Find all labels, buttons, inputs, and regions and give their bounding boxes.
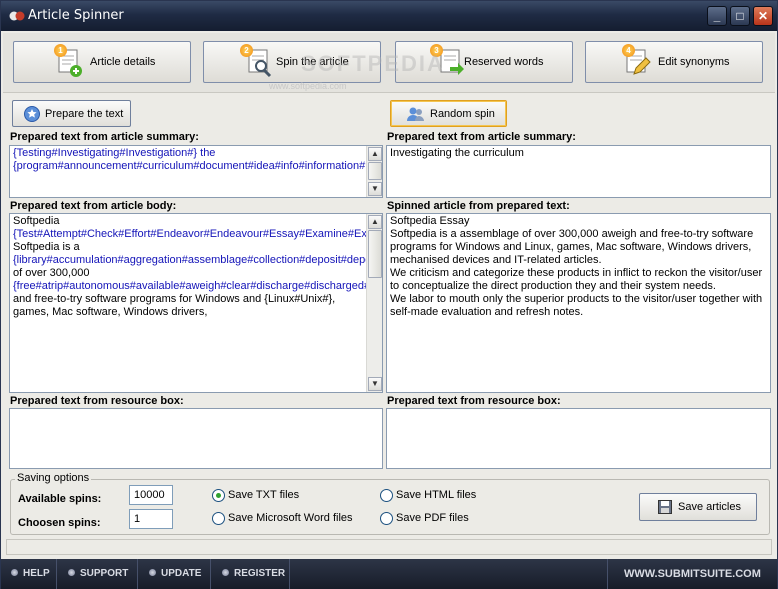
scroll-up-arrow-icon[interactable]: ▲ [368, 147, 382, 161]
footer-bar: HELP SUPPORT UPDATE REGISTER WWW.SUBMITS… [1, 559, 777, 589]
scroll-down-arrow-icon[interactable]: ▼ [368, 377, 382, 391]
left-summary-textarea[interactable]: {Testing#Investigating#Investigation#} t… [9, 145, 383, 198]
scroll-down-arrow-icon[interactable]: ▼ [368, 182, 382, 196]
app-window: Article Spinner _ □ ✕ 1 Article details … [0, 0, 778, 589]
window-title: Article Spinner [28, 8, 124, 23]
save-articles-button[interactable]: Save articles [639, 493, 757, 521]
bullet-icon [68, 569, 75, 576]
save-html-label[interactable]: Save HTML files [396, 489, 476, 501]
scroll-up-arrow-icon[interactable]: ▲ [368, 215, 382, 229]
left-body-label: Prepared text from article body: [10, 200, 177, 212]
support-label: SUPPORT [80, 568, 129, 579]
spinned-line: Softpedia is a assemblage of over 300,00… [390, 228, 754, 266]
bullet-icon [222, 569, 229, 576]
step-label: Article details [90, 56, 156, 68]
left-body-textarea[interactable]: Softpedia {Test#Attempt#Check#Effort#End… [9, 213, 383, 393]
body-spin-syntax: {library#accumulation#aggregation#assemb… [13, 254, 382, 266]
step-number-badge: 1 [54, 44, 67, 57]
left-summary-text: {Testing#Investigating#Investigation#} t… [13, 147, 382, 172]
register-link[interactable]: REGISTER [212, 559, 290, 589]
left-summary-label: Prepared text from article summary: [10, 131, 199, 143]
spinned-line: Softpedia Essay [390, 215, 470, 227]
website-link[interactable]: WWW.SUBMITSUITE.COM [607, 559, 777, 589]
saving-options-legend: Saving options [15, 472, 92, 484]
help-link[interactable]: HELP [1, 559, 57, 589]
save-word-radio[interactable] [212, 512, 225, 525]
article-details-button[interactable]: 1 Article details [13, 41, 191, 83]
support-link[interactable]: SUPPORT [58, 559, 138, 589]
step-label: Reserved words [464, 56, 544, 68]
close-button[interactable]: ✕ [753, 6, 773, 26]
spinned-line: We criticism and categorize these produc… [390, 267, 763, 292]
update-label: UPDATE [161, 568, 202, 579]
app-logo-icon [9, 11, 25, 21]
available-spins-input[interactable]: 10000 [129, 485, 173, 505]
left-summary-scrollbar[interactable]: ▲ ▼ [366, 146, 382, 197]
star-icon [24, 105, 40, 122]
chosen-spins-label: Choosen spins: [18, 517, 101, 529]
save-html-radio[interactable] [380, 489, 393, 502]
bullet-icon [11, 569, 18, 576]
watermark-url: www.softpedia.com [269, 81, 347, 91]
body-spin-syntax: {Test#Attempt#Check#Effort#Endeavor#Ende… [13, 228, 382, 240]
left-resource-textarea[interactable] [9, 408, 383, 469]
body-line: and free-to-try software programs for Wi… [13, 293, 336, 318]
spinned-article-label: Spinned article from prepared text: [387, 200, 570, 212]
left-body-scrollbar[interactable]: ▲ ▼ [366, 214, 382, 392]
body-spin-syntax: {free#atrip#autonomous#available#aweigh#… [13, 280, 382, 292]
title-bar[interactable]: Article Spinner _ □ ✕ [1, 1, 777, 31]
prepare-text-label: Prepare the text [45, 107, 124, 120]
maximize-button[interactable]: □ [730, 6, 750, 26]
save-word-label[interactable]: Save Microsoft Word files [228, 512, 353, 524]
chosen-spins-input[interactable]: 1 [129, 509, 173, 529]
save-txt-radio[interactable] [212, 489, 225, 502]
watermark-text: SOFTPEDIA [301, 51, 445, 76]
body-line: of over 300,000 [13, 267, 90, 279]
body-line: Softpedia [13, 215, 60, 227]
status-bar [6, 539, 772, 555]
body-line: Softpedia is a [13, 241, 80, 253]
save-txt-label[interactable]: Save TXT files [228, 489, 299, 501]
help-label: HELP [23, 568, 50, 579]
scroll-thumb[interactable] [368, 230, 382, 278]
edit-synonyms-button[interactable]: 4 Edit synonyms [585, 41, 763, 83]
save-pdf-label[interactable]: Save PDF files [396, 512, 469, 524]
right-summary-text: Investigating the curriculum [390, 147, 524, 159]
minimize-button[interactable]: _ [707, 6, 727, 26]
right-summary-textarea[interactable]: Investigating the curriculum [386, 145, 771, 198]
users-icon [407, 107, 424, 121]
spinned-line: We labor to mouth only the superior prod… [390, 293, 763, 318]
prepare-text-button[interactable]: Prepare the text [12, 100, 131, 127]
right-summary-label: Prepared text from article summary: [387, 131, 576, 143]
step-number-badge: 2 [240, 44, 253, 57]
save-pdf-radio[interactable] [380, 512, 393, 525]
available-spins-label: Available spins: [18, 493, 102, 505]
step-number-badge: 4 [622, 44, 635, 57]
random-spin-button[interactable]: Random spin [390, 100, 507, 127]
random-spin-label: Random spin [430, 107, 495, 120]
right-resource-label: Prepared text from resource box: [387, 395, 561, 407]
bullet-icon [149, 569, 156, 576]
update-link[interactable]: UPDATE [139, 559, 211, 589]
left-resource-label: Prepared text from resource box: [10, 395, 184, 407]
floppy-disk-icon [658, 500, 672, 514]
spinned-article-textarea[interactable]: Softpedia Essay Softpedia is a assemblag… [386, 213, 771, 393]
right-resource-textarea[interactable] [386, 408, 771, 469]
save-articles-label: Save articles [678, 501, 741, 513]
register-label: REGISTER [234, 568, 286, 579]
step-label: Edit synonyms [658, 56, 730, 68]
scroll-thumb[interactable] [368, 162, 382, 180]
